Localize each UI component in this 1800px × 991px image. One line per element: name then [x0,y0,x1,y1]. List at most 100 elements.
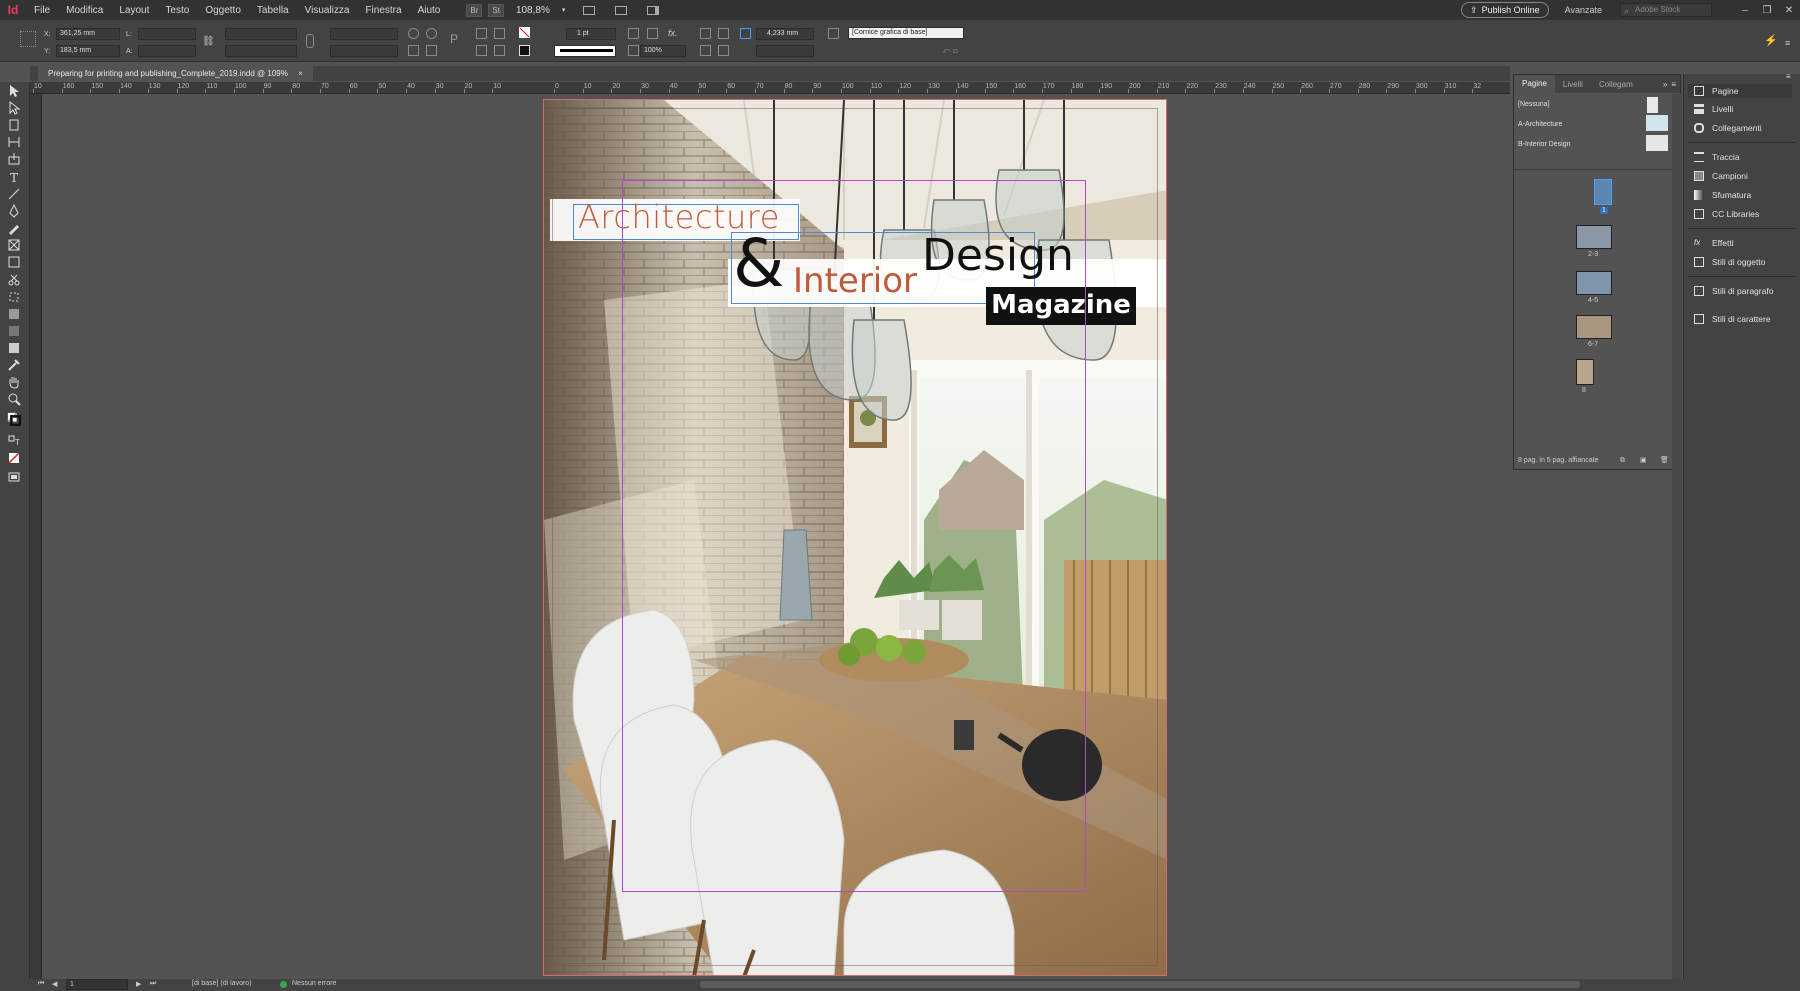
fx-icon[interactable]: fx. [668,28,678,38]
tab-livelli[interactable]: Livelli [1555,80,1591,89]
dock-item-effetti[interactable]: fx Effetti [1694,238,1734,248]
rectangle-frame-tool-icon[interactable] [7,238,23,252]
select-previous-icon[interactable] [476,45,487,56]
text-wrap-none-icon[interactable] [700,28,711,39]
view-options-icon[interactable] [583,5,596,15]
master-none-thumbnail[interactable] [1647,97,1658,113]
dock-item-collegamenti[interactable]: Collegamenti [1694,123,1762,133]
tab-pagine[interactable]: Pagine [1514,75,1555,93]
dock-item-campioni[interactable]: Campioni [1694,171,1748,181]
close-tab-icon[interactable]: × [298,69,303,78]
bridge-button[interactable]: Br [466,3,483,17]
menu-oggetto[interactable]: Oggetto [197,5,249,16]
clear-overrides-icon[interactable]: ⤺ ⊡ [942,46,958,56]
page-thumb-2-3[interactable] [1576,225,1612,249]
width-field[interactable] [138,28,196,40]
dock-item-sfumatura[interactable]: Sfumatura [1694,190,1751,200]
vertical-ruler[interactable] [30,94,42,979]
close-window-icon[interactable]: ✕ [1778,5,1800,16]
horizontal-scrollbar[interactable] [700,981,1580,988]
menu-testo[interactable]: Testo [157,5,197,16]
constrain-proportions-icon[interactable]: ⛓ [202,36,215,47]
direct-selection-tool-icon[interactable] [7,100,23,115]
rotate-cw-icon[interactable] [408,28,419,39]
page-tool-icon[interactable] [7,118,23,132]
stroke-swatch-icon[interactable] [519,45,530,56]
preflight-status[interactable]: Nessun errore [292,980,336,987]
page-thumb-4-5[interactable] [1576,271,1612,295]
object-style-dropdown[interactable]: [Cornice grafica di base] [848,27,964,39]
menu-tabella[interactable]: Tabella [249,5,297,16]
gap-tool-icon[interactable] [7,135,23,149]
adobe-stock-search[interactable]: ⌕ Adobe Stock [1620,3,1712,17]
quick-apply-lightning-icon[interactable]: ⚡ [1764,34,1778,47]
page-thumb-8[interactable] [1576,359,1594,385]
minimize-icon[interactable]: – [1734,5,1756,16]
delete-page-icon[interactable]: 🗑 [1660,453,1669,469]
next-page-icon[interactable]: ▶ [136,980,141,988]
rotate-ccw-icon[interactable] [426,28,437,39]
page-thumb-1[interactable] [1594,179,1612,205]
screen-mode-tool-icon[interactable] [7,470,23,484]
dock-item-cc-libraries[interactable]: CC Libraries [1694,209,1759,219]
dock-item-traccia[interactable]: Traccia [1694,152,1740,162]
dock-collapse-icon[interactable]: ≡ [1786,72,1791,81]
opacity-icon[interactable] [628,45,639,56]
vertical-scrollbar[interactable] [1672,94,1682,979]
dock-item-pagine[interactable]: Pagine [1688,84,1792,98]
master-interior-design[interactable]: B-Interior Design [1518,141,1571,148]
master-architecture-thumbnail[interactable] [1646,115,1668,131]
rectangle-tool-icon[interactable] [7,255,23,269]
y-position-field[interactable]: 183,5 mm [56,45,120,57]
shear-field[interactable] [330,45,398,57]
new-page-icon[interactable]: ▣ [1640,453,1647,469]
stock-button[interactable]: St [488,3,504,17]
screen-mode-icon[interactable] [615,5,628,15]
dock-item-livelli[interactable]: Livelli [1694,104,1733,114]
selection-tool-icon[interactable] [7,84,23,98]
page-thumb-6-7[interactable] [1576,315,1612,339]
fill-none-swatch-icon[interactable] [519,27,530,38]
hand-tool-icon[interactable] [7,375,23,389]
note-tool-icon[interactable] [7,341,23,355]
menu-file[interactable]: File [26,5,58,16]
gradient-swatch-tool-icon[interactable] [7,307,23,321]
arrange-documents-icon[interactable] [647,5,660,15]
pencil-tool-icon[interactable] [7,221,23,235]
drop-shadow-icon[interactable] [647,28,658,39]
menu-aiuto[interactable]: Aiuto [410,5,449,16]
flip-vertical-icon[interactable] [426,45,437,56]
select-content-icon[interactable] [494,28,505,39]
free-transform-tool-icon[interactable] [7,290,23,304]
dock-item-stili-paragrafo[interactable]: Stili di paragrafo [1694,286,1773,296]
stroke-style-icon[interactable] [628,28,639,39]
type-tool-icon[interactable]: T [7,170,23,185]
constrain-scale-icon[interactable] [306,34,314,48]
tab-collegamenti[interactable]: Collegam [1591,80,1641,89]
apply-none-icon[interactable] [7,451,23,465]
opacity-field[interactable]: 100% [640,45,686,57]
menu-modifica[interactable]: Modifica [58,5,111,16]
frame-fitting-icon[interactable] [700,45,711,56]
menu-visualizza[interactable]: Visualizza [297,5,358,16]
edit-page-size-icon[interactable]: ⧉ [1620,453,1625,469]
height-field[interactable] [138,45,196,57]
fill-stroke-swatch-icon[interactable] [7,412,23,428]
master-interior-design-thumbnail[interactable] [1646,135,1668,151]
prev-page-icon[interactable]: ◀ [52,980,57,988]
horizontal-ruler[interactable]: 10 160 150 140 130 120 110 100 90 80 70 60 50 40 30 20 1… [30,82,1510,94]
corner-shape-dropdown[interactable] [756,45,814,57]
layer-status[interactable]: [di base] (di lavoro) [192,980,252,987]
x-position-field[interactable]: 361,25 mm [56,28,120,40]
workspace-switcher[interactable]: Avanzate [1565,5,1602,15]
zoom-tool-icon[interactable] [7,392,23,406]
document-tab[interactable]: Preparing for printing and publishing_Co… [38,66,313,81]
pen-tool-icon[interactable] [7,203,23,218]
menu-layout[interactable]: Layout [111,5,157,16]
rotation-field[interactable] [330,28,398,40]
scale-y-field[interactable] [225,45,297,57]
master-architecture[interactable]: A-Architecture [1518,121,1562,128]
content-collector-icon[interactable] [7,152,23,166]
reference-point-icon[interactable] [20,31,36,47]
line-tool-icon[interactable] [7,187,23,201]
